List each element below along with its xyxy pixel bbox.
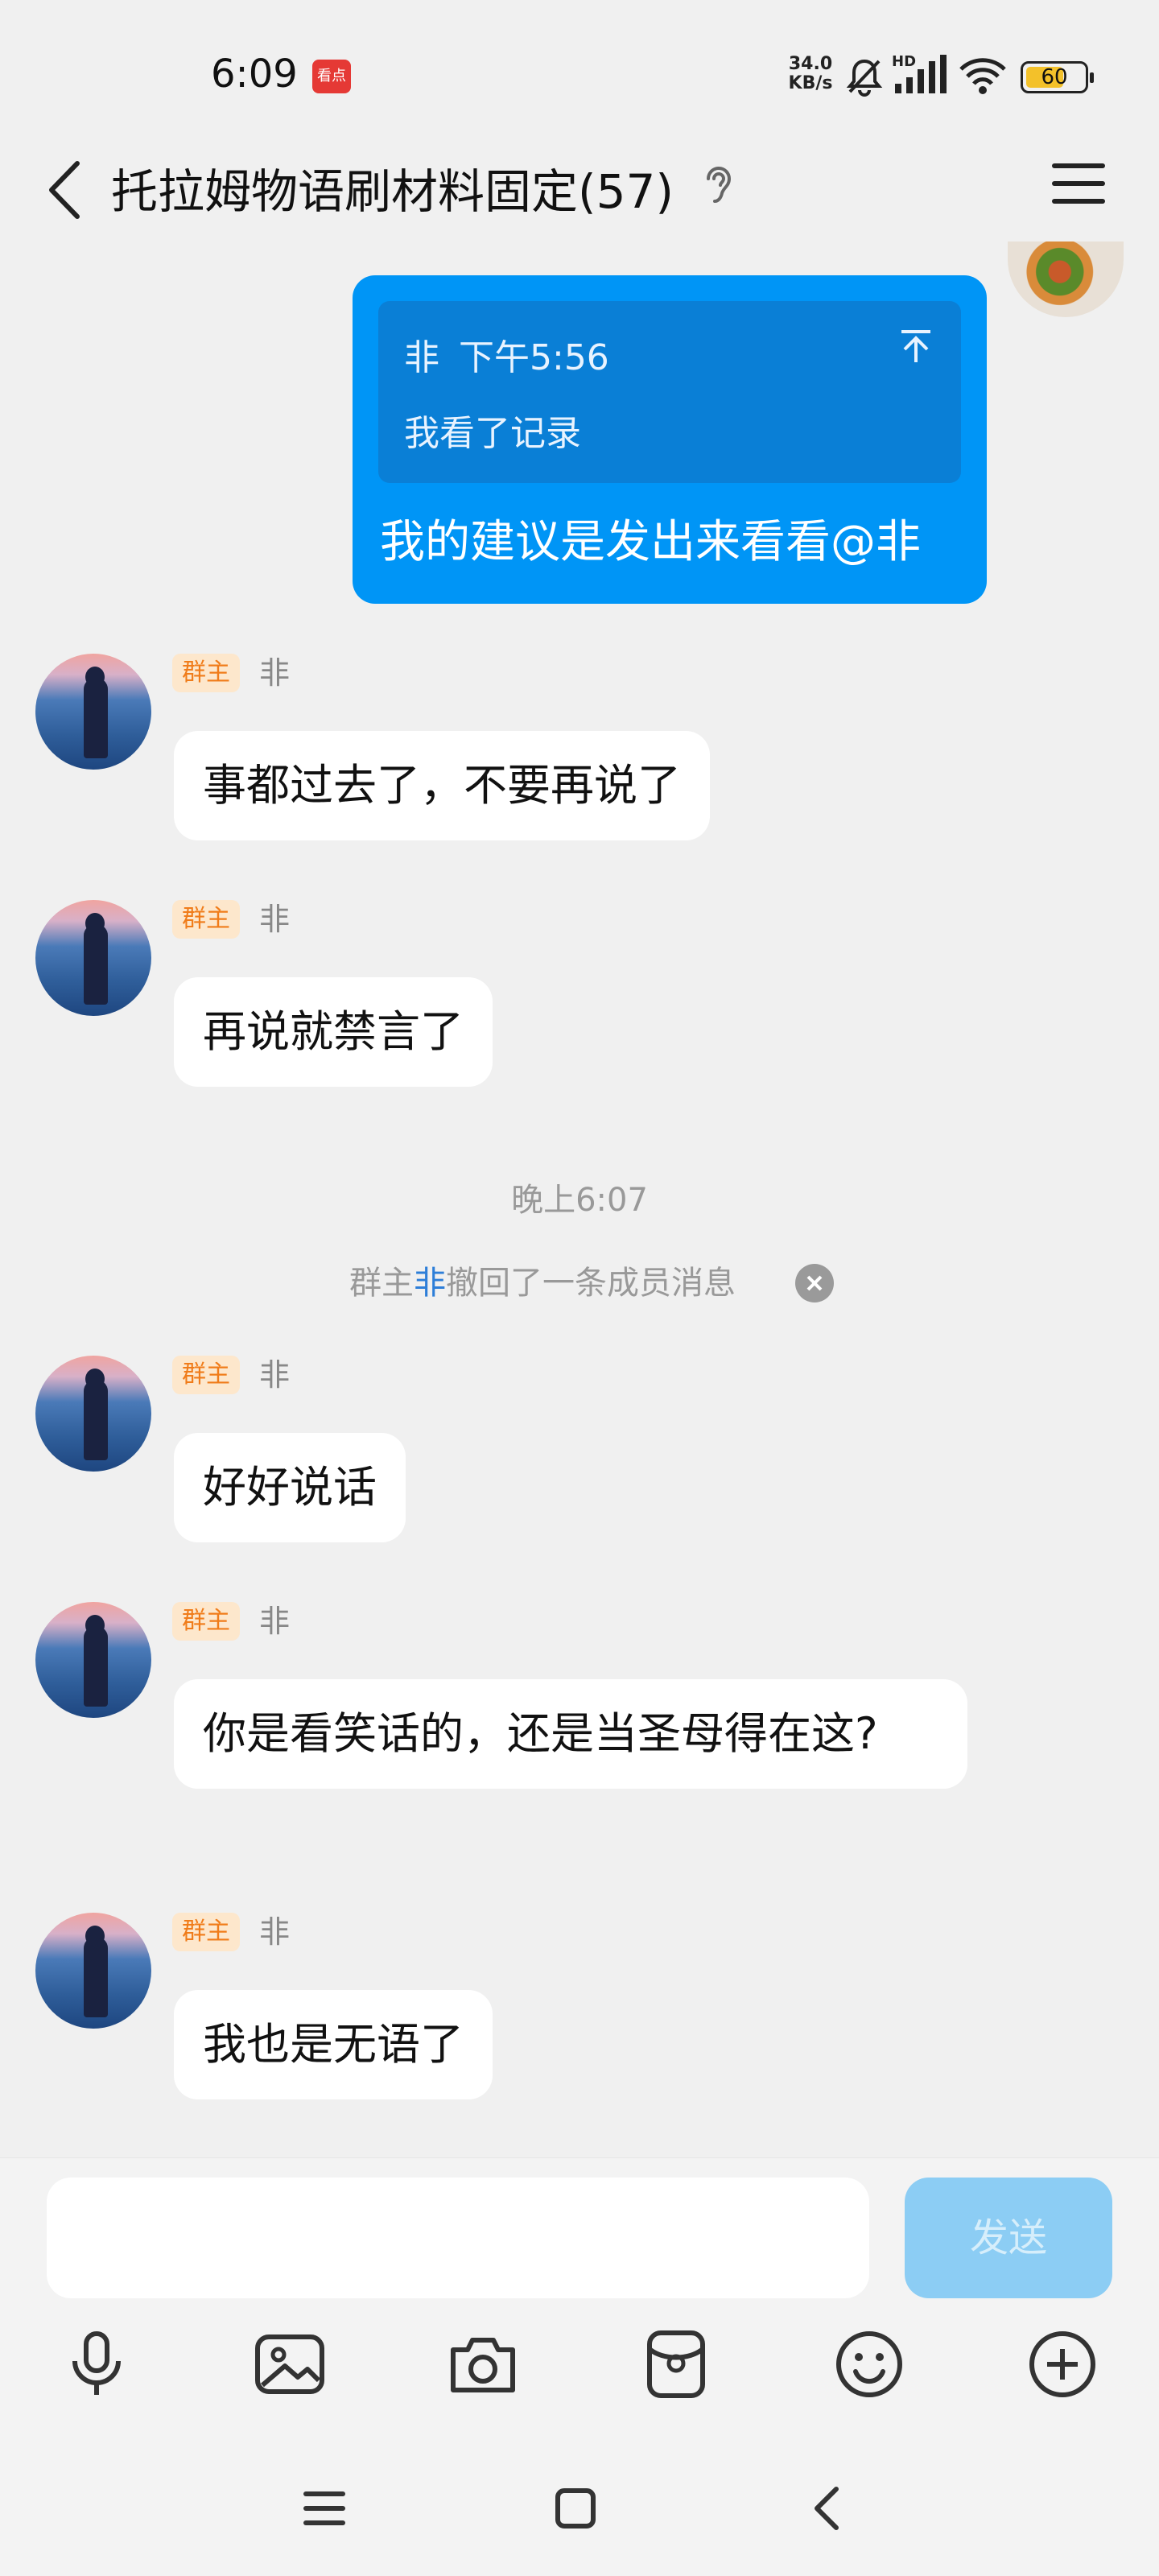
message-bubble[interactable]: 事都过去了，不要再说了 — [174, 731, 710, 840]
ear-icon[interactable] — [700, 161, 737, 213]
message-bubble[interactable]: 好好说话 — [174, 1433, 406, 1542]
avatar[interactable] — [35, 654, 151, 770]
sender-name[interactable]: 非 — [259, 1602, 290, 1641]
self-avatar[interactable] — [1008, 242, 1124, 317]
outgoing-message-text: 我的建议是发出来看看@非 — [380, 516, 921, 568]
signal-icon: HD — [892, 53, 948, 100]
avatar[interactable] — [35, 1602, 151, 1718]
owner-badge: 群主 — [172, 1356, 240, 1394]
camera-icon[interactable] — [443, 2324, 523, 2405]
send-button[interactable]: 发送 — [905, 2178, 1112, 2298]
timestamp: 晚上6:07 — [511, 1182, 648, 1219]
wifi-icon — [958, 56, 1008, 100]
avatar[interactable] — [35, 900, 151, 1016]
app-notification-icon: 看点 — [312, 60, 351, 93]
message-row: 群主 非 事都过去了，不要再说了 — [0, 654, 1159, 855]
message-bubble[interactable]: 再说就禁言了 — [174, 977, 493, 1087]
message-input[interactable] — [47, 2178, 869, 2298]
mute-bell-icon — [845, 56, 884, 100]
sender-name[interactable]: 非 — [259, 654, 290, 692]
net-speed-unit: KB/s — [788, 73, 833, 93]
net-speed: 34.0 KB/s — [782, 55, 839, 93]
avatar[interactable] — [35, 1913, 151, 2029]
back-nav-icon[interactable] — [790, 2476, 863, 2541]
plus-icon[interactable] — [1022, 2324, 1103, 2405]
sender-name[interactable]: 非 — [259, 900, 290, 939]
avatar[interactable] — [35, 1356, 151, 1472]
recall-name-link[interactable]: 非 — [414, 1265, 446, 1302]
menu-button[interactable] — [1046, 153, 1111, 217]
message-bubble[interactable]: 你是看笑话的，还是当圣母得在这? — [174, 1679, 967, 1789]
net-speed-value: 34.0 — [788, 54, 833, 74]
message-row: 群主 非 再说就禁言了 — [0, 900, 1159, 1101]
image-icon[interactable] — [250, 2324, 330, 2405]
outgoing-message-bubble[interactable]: 非 下午5:56 我看了记录 我的建议是发出来看看@非 — [353, 275, 987, 604]
back-button[interactable] — [32, 151, 97, 232]
owner-badge: 群主 — [172, 900, 240, 939]
quote-meta: 非 下午5:56 — [404, 328, 609, 380]
back-icon — [47, 160, 82, 223]
red-packet-icon[interactable] — [636, 2324, 716, 2405]
owner-badge: 群主 — [172, 1602, 240, 1641]
message-row: 群主 非 好好说话 — [0, 1356, 1159, 1557]
message-bubble[interactable]: 我也是无语了 — [174, 1990, 493, 2099]
owner-badge: 群主 — [172, 654, 240, 692]
input-area: 发送 — [0, 2157, 1159, 2444]
message-row: 群主 非 我也是无语了 — [0, 1913, 1159, 2114]
quoted-message[interactable]: 非 下午5:56 我看了记录 — [378, 301, 961, 483]
status-time: 6:09 — [211, 52, 298, 97]
recall-notice: 群主非撤回了一条成员消息 — [0, 1261, 1159, 1309]
quote-sender: 非 — [404, 337, 439, 378]
battery-level: 60 — [1041, 65, 1068, 89]
recall-prefix: 群主 — [349, 1265, 414, 1302]
chat-title[interactable]: 托拉姆物语刷材料固定(57) — [111, 159, 674, 224]
recall-suffix: 撤回了一条成员消息 — [446, 1265, 736, 1302]
owner-badge: 群主 — [172, 1913, 240, 1951]
close-icon[interactable] — [795, 1264, 834, 1302]
sender-name[interactable]: 非 — [259, 1356, 290, 1394]
home-icon[interactable] — [539, 2476, 612, 2541]
battery-icon: 60 — [1021, 61, 1094, 93]
quote-text: 我看了记录 — [404, 413, 581, 454]
mic-icon[interactable] — [56, 2324, 137, 2405]
menu-icon — [1051, 161, 1106, 209]
network-label: HD — [892, 53, 917, 70]
emoji-icon[interactable] — [829, 2324, 909, 2405]
status-bar: 6:09 看点 34.0 KB/s HD 60 — [0, 0, 1159, 142]
jump-to-quote-icon[interactable] — [898, 328, 934, 367]
quote-time: 下午5:56 — [459, 337, 609, 378]
recall-text: 群主非撤回了一条成员消息 — [349, 1261, 736, 1306]
system-nav-bar — [0, 2444, 1159, 2576]
sender-name[interactable]: 非 — [259, 1913, 290, 1951]
recent-apps-icon[interactable] — [288, 2476, 361, 2541]
message-row: 群主 非 你是看笑话的，还是当圣母得在这? — [0, 1602, 1159, 1868]
chat-header: 托拉姆物语刷材料固定(57) — [0, 142, 1159, 254]
